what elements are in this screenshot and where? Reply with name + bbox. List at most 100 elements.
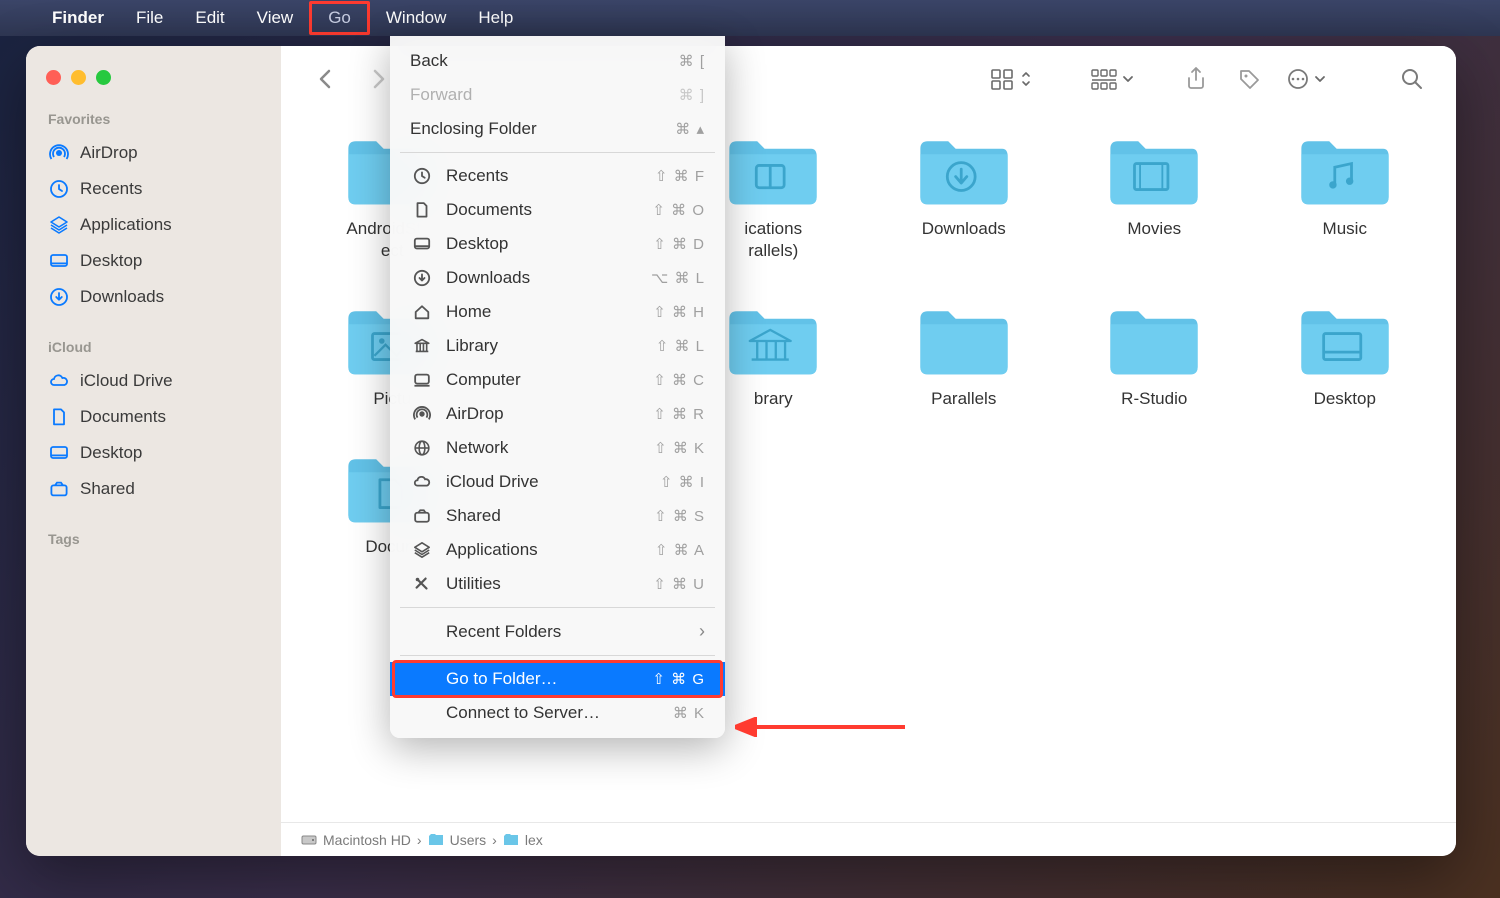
menu-file[interactable]: File [120,4,179,32]
sidebar-item-applications[interactable]: Applications [38,207,269,243]
menu-item-recent-folders[interactable]: Recent Folders› [390,614,725,649]
action-button[interactable] [1286,67,1326,91]
desktop-icon [410,235,434,253]
share-button[interactable] [1178,61,1214,97]
shared-icon [48,478,70,500]
go-menu-dropdown: Back⌘ [Forward⌘ ]Enclosing Folder⌘ ▴ Rece… [390,36,725,738]
menu-item-label: Documents [446,200,652,220]
group-by-button[interactable] [1090,68,1134,90]
menu-item-home[interactable]: Home⇧ ⌘ H [390,295,725,329]
menu-item-label: Shared [446,506,654,526]
menu-item-applications[interactable]: Applications⇧ ⌘ A [390,533,725,567]
menu-shortcut: ⇧ ⌘ I [660,473,705,491]
folder-item[interactable]: Music [1260,132,1431,262]
library-icon [410,337,434,355]
menu-help[interactable]: Help [462,4,529,32]
menu-item-utilities[interactable]: Utilities⇧ ⌘ U [390,567,725,601]
menu-window[interactable]: Window [370,4,462,32]
back-button[interactable] [307,61,343,97]
download-icon [410,269,434,287]
path-segment-root[interactable]: Macintosh HD [301,832,411,848]
home-icon [410,303,434,321]
sidebar-item-desktop[interactable]: Desktop [38,243,269,279]
search-button[interactable] [1394,61,1430,97]
folder-icon [914,302,1014,380]
menu-go[interactable]: Go [309,1,370,35]
folder-label: Music [1323,218,1367,240]
path-separator-icon: › [417,832,422,848]
folder-item[interactable]: R-Studio [1069,302,1240,410]
menu-item-documents[interactable]: Documents⇧ ⌘ O [390,193,725,227]
sidebar-heading: Favorites [38,107,269,135]
menu-shortcut: ⌘ K [673,704,705,722]
network-icon [410,439,434,457]
menu-separator [400,655,715,656]
menu-item-go-to-folder[interactable]: Go to Folder…⇧ ⌘ G [390,662,725,696]
folder-label: Parallels [931,388,996,410]
menu-shortcut: ⌥ ⌘ L [651,269,705,287]
menubar: Finder File Edit View Go Window Help [0,0,1500,36]
sidebar-item-downloads[interactable]: Downloads [38,279,269,315]
tag-button[interactable] [1232,61,1268,97]
menu-item-shared[interactable]: Shared⇧ ⌘ S [390,499,725,533]
folder-item[interactable]: Movies [1069,132,1240,262]
menu-item-airdrop[interactable]: AirDrop⇧ ⌘ R [390,397,725,431]
sidebar-item-recents[interactable]: Recents [38,171,269,207]
menu-item-recents[interactable]: Recents⇧ ⌘ F [390,159,725,193]
computer-icon [410,371,434,389]
menu-shortcut: ⇧ ⌘ H [653,303,705,321]
menu-shortcut: ⌘ [ [679,52,705,70]
minimize-button[interactable] [71,70,86,85]
sidebar-item-desktop[interactable]: Desktop [38,435,269,471]
menu-item-network[interactable]: Network⇧ ⌘ K [390,431,725,465]
view-switcher[interactable] [990,68,1032,90]
menu-shortcut: ⇧ ⌘ S [654,507,705,525]
sidebar-item-icloud-drive[interactable]: iCloud Drive [38,363,269,399]
clock-icon [48,178,70,200]
folder-icon [914,132,1014,210]
folder-item[interactable]: Downloads [879,132,1050,262]
document-icon [410,201,434,219]
sidebar-item-label: Recents [80,179,142,199]
menu-shortcut: ⇧ ⌘ G [652,670,705,688]
menu-item-forward: Forward⌘ ] [390,78,725,112]
menu-item-downloads[interactable]: Downloads⌥ ⌘ L [390,261,725,295]
sidebar-item-documents[interactable]: Documents [38,399,269,435]
desktop-icon [48,442,70,464]
fullscreen-button[interactable] [96,70,111,85]
disk-icon [301,833,317,847]
chevron-updown-icon [1020,70,1032,88]
menu-item-label: AirDrop [446,404,653,424]
folder-label: ications rallels) [744,218,802,262]
arrow-annotation [735,717,905,737]
menu-item-enclosing-folder[interactable]: Enclosing Folder⌘ ▴ [390,112,725,146]
menu-item-label: Computer [446,370,653,390]
menu-item-library[interactable]: Library⇧ ⌘ L [390,329,725,363]
airdrop-icon [48,142,70,164]
menu-item-label: Home [446,302,653,322]
sidebar-item-label: iCloud Drive [80,371,173,391]
menu-item-back[interactable]: Back⌘ [ [390,44,725,78]
sidebar-item-shared[interactable]: Shared [38,471,269,507]
sidebar-item-label: Documents [80,407,166,427]
folder-item[interactable]: Desktop [1260,302,1431,410]
menu-app-name[interactable]: Finder [36,4,120,32]
menu-view[interactable]: View [241,4,310,32]
menu-item-label: Applications [446,540,655,560]
menu-shortcut: ⇧ ⌘ C [653,371,705,389]
menu-item-computer[interactable]: Computer⇧ ⌘ C [390,363,725,397]
folder-item[interactable]: Parallels [879,302,1050,410]
menu-item-label: Utilities [446,574,653,594]
menu-item-desktop[interactable]: Desktop⇧ ⌘ D [390,227,725,261]
folder-icon [1295,302,1395,380]
close-button[interactable] [46,70,61,85]
path-segment-users[interactable]: Users [428,832,487,848]
path-segment-current[interactable]: lex [503,832,543,848]
menu-item-connect-to-server[interactable]: Connect to Server…⌘ K [390,696,725,730]
menu-shortcut: ⇧ ⌘ U [653,575,705,593]
menu-edit[interactable]: Edit [179,4,240,32]
sidebar-item-airdrop[interactable]: AirDrop [38,135,269,171]
menu-item-icloud-drive[interactable]: iCloud Drive⇧ ⌘ I [390,465,725,499]
icloud-icon [48,370,70,392]
menu-item-label: Downloads [446,268,651,288]
